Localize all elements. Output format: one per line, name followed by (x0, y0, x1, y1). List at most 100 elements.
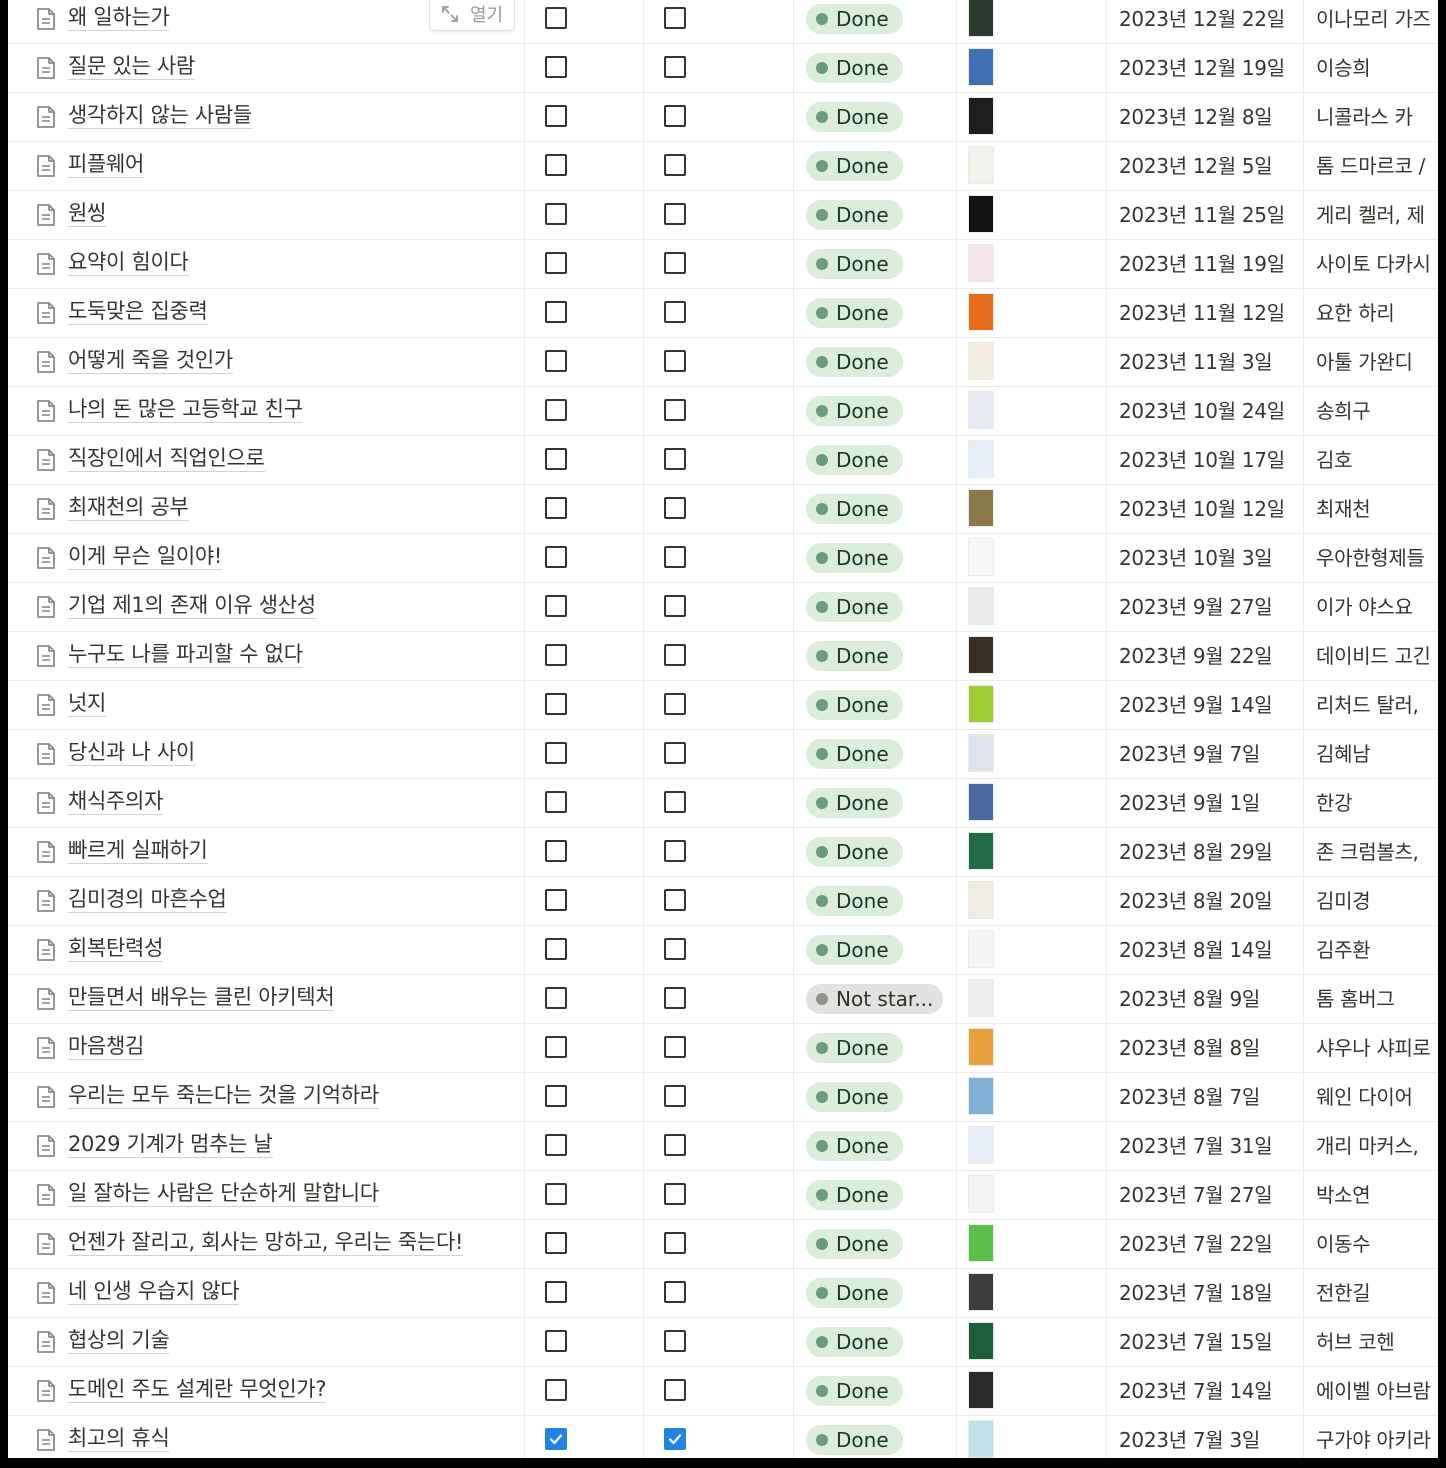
book-cover-thumbnail[interactable] (969, 784, 993, 820)
title-cell[interactable]: 이게 무슨 일이야! (8, 534, 525, 582)
author-cell[interactable]: 존 크럼볼츠, (1304, 828, 1438, 876)
table-row[interactable]: 피플웨어 Done 2023년 12월 5일 톰 드마르코 / (8, 142, 1438, 191)
page-title-link[interactable]: 빠르게 실패하기 (68, 837, 208, 864)
status-cell[interactable]: Done (794, 1367, 957, 1415)
cover-cell[interactable] (957, 289, 1107, 337)
book-cover-thumbnail[interactable] (969, 1078, 993, 1114)
date-cell[interactable]: 2023년 12월 22일 (1107, 0, 1304, 43)
book-cover-thumbnail[interactable] (969, 441, 993, 477)
title-cell[interactable]: 최재천의 공부 (8, 485, 525, 533)
checkbox-2[interactable] (664, 203, 686, 225)
title-cell[interactable]: 직장인에서 직업인으로 (8, 436, 525, 484)
open-page-button[interactable]: 열기 (429, 0, 515, 31)
checkbox-1[interactable] (545, 301, 567, 323)
table-row[interactable]: 원씽 Done 2023년 11월 25일 게리 켈러, 제 (8, 191, 1438, 240)
author-cell[interactable]: 이가 야스요 (1304, 583, 1438, 631)
title-cell[interactable]: 도둑맞은 집중력 (8, 289, 525, 337)
page-title-link[interactable]: 나의 돈 많은 고등학교 친구 (68, 396, 303, 423)
page-title-link[interactable]: 원씽 (68, 200, 106, 227)
checkbox-2[interactable] (664, 987, 686, 1009)
book-cover-thumbnail[interactable] (969, 0, 993, 36)
title-cell[interactable]: 넛지 (8, 681, 525, 729)
date-cell[interactable]: 2023년 7월 3일 (1107, 1416, 1304, 1458)
checkbox-1[interactable] (545, 105, 567, 127)
status-cell[interactable]: Done (794, 44, 957, 92)
date-cell[interactable]: 2023년 11월 3일 (1107, 338, 1304, 386)
checkbox-1[interactable] (545, 154, 567, 176)
table-row[interactable]: 일 잘하는 사람은 단순하게 말합니다 Done 2023년 7월 27일 박소… (8, 1171, 1438, 1220)
table-row[interactable]: 마음챙김 Done 2023년 8월 8일 샤우나 샤피로 (8, 1024, 1438, 1073)
checkbox-1[interactable] (545, 1134, 567, 1156)
status-cell[interactable]: Done (794, 485, 957, 533)
page-title-link[interactable]: 일 잘하는 사람은 단순하게 말합니다 (68, 1180, 379, 1207)
status-cell[interactable]: Done (794, 289, 957, 337)
cover-cell[interactable] (957, 1269, 1107, 1317)
author-cell[interactable]: 게리 켈러, 제 (1304, 191, 1438, 239)
author-cell[interactable]: 김혜남 (1304, 730, 1438, 778)
cover-cell[interactable] (957, 534, 1107, 582)
table-row[interactable]: 누구도 나를 파괴할 수 없다 Done 2023년 9월 22일 데이비드 고… (8, 632, 1438, 681)
book-cover-thumbnail[interactable] (969, 882, 993, 918)
status-cell[interactable]: Done (794, 0, 957, 43)
page-title-link[interactable]: 피플웨어 (68, 151, 144, 178)
author-cell[interactable]: 니콜라스 카 (1304, 93, 1438, 141)
title-cell[interactable]: 생각하지 않는 사람들 (8, 93, 525, 141)
date-cell[interactable]: 2023년 8월 14일 (1107, 926, 1304, 974)
cover-cell[interactable] (957, 877, 1107, 925)
book-cover-thumbnail[interactable] (969, 49, 993, 85)
author-cell[interactable]: 우아한형제들 (1304, 534, 1438, 582)
title-cell[interactable]: 우리는 모두 죽는다는 것을 기억하라 (8, 1073, 525, 1121)
checkbox-2[interactable] (664, 595, 686, 617)
title-cell[interactable]: 나의 돈 많은 고등학교 친구 (8, 387, 525, 435)
checkbox-2[interactable] (664, 1428, 686, 1450)
book-cover-thumbnail[interactable] (969, 1029, 993, 1065)
checkbox-2[interactable] (664, 1036, 686, 1058)
author-cell[interactable]: 요한 하리 (1304, 289, 1438, 337)
author-cell[interactable]: 전한길 (1304, 1269, 1438, 1317)
date-cell[interactable]: 2023년 7월 27일 (1107, 1171, 1304, 1219)
status-cell[interactable]: Done (794, 1416, 957, 1458)
page-title-link[interactable]: 왜 일하는가 (68, 4, 170, 31)
cover-cell[interactable] (957, 730, 1107, 778)
page-title-link[interactable]: 최고의 휴식 (68, 1425, 170, 1452)
page-title-link[interactable]: 당신과 나 사이 (68, 739, 195, 766)
cover-cell[interactable] (957, 975, 1107, 1023)
book-cover-thumbnail[interactable] (969, 490, 993, 526)
title-cell[interactable]: 채식주의자 (8, 779, 525, 827)
status-cell[interactable]: Done (794, 142, 957, 190)
date-cell[interactable]: 2023년 11월 25일 (1107, 191, 1304, 239)
author-cell[interactable]: 톰 홈버그 (1304, 975, 1438, 1023)
title-cell[interactable]: 누구도 나를 파괴할 수 없다 (8, 632, 525, 680)
date-cell[interactable]: 2023년 8월 9일 (1107, 975, 1304, 1023)
table-row[interactable]: 협상의 기술 Done 2023년 7월 15일 허브 코헨 (8, 1318, 1438, 1367)
title-cell[interactable]: 왜 일하는가 열기 (8, 0, 525, 43)
author-cell[interactable]: 이동수 (1304, 1220, 1438, 1268)
table-row[interactable]: 생각하지 않는 사람들 Done 2023년 12월 8일 니콜라스 카 (8, 93, 1438, 142)
author-cell[interactable]: 데이비드 고긴 (1304, 632, 1438, 680)
checkbox-1[interactable] (545, 987, 567, 1009)
table-row[interactable]: 언젠가 잘리고, 회사는 망하고, 우리는 죽는다! Done 2023년 7월… (8, 1220, 1438, 1269)
cover-cell[interactable] (957, 1171, 1107, 1219)
table-row[interactable]: 우리는 모두 죽는다는 것을 기억하라 Done 2023년 8월 7일 웨인 … (8, 1073, 1438, 1122)
page-title-link[interactable]: 직장인에서 직업인으로 (68, 445, 265, 472)
book-cover-thumbnail[interactable] (969, 294, 993, 330)
author-cell[interactable]: 개리 마커스, (1304, 1122, 1438, 1170)
table-row[interactable]: 기업 제1의 존재 이유 생산성 Done 2023년 9월 27일 이가 야스… (8, 583, 1438, 632)
checkbox-2[interactable] (664, 350, 686, 372)
book-cover-thumbnail[interactable] (969, 392, 993, 428)
checkbox-1[interactable] (545, 791, 567, 813)
checkbox-2[interactable] (664, 889, 686, 911)
checkbox-2[interactable] (664, 399, 686, 421)
book-cover-thumbnail[interactable] (969, 539, 993, 575)
book-cover-thumbnail[interactable] (969, 196, 993, 232)
date-cell[interactable]: 2023년 8월 29일 (1107, 828, 1304, 876)
date-cell[interactable]: 2023년 10월 24일 (1107, 387, 1304, 435)
checkbox-1[interactable] (545, 350, 567, 372)
table-row[interactable]: 회복탄력성 Done 2023년 8월 14일 김주환 (8, 926, 1438, 975)
status-cell[interactable]: Done (794, 926, 957, 974)
table-row[interactable]: 직장인에서 직업인으로 Done 2023년 10월 17일 김호 (8, 436, 1438, 485)
cover-cell[interactable] (957, 93, 1107, 141)
date-cell[interactable]: 2023년 7월 31일 (1107, 1122, 1304, 1170)
status-cell[interactable]: Done (794, 730, 957, 778)
cover-cell[interactable] (957, 1220, 1107, 1268)
